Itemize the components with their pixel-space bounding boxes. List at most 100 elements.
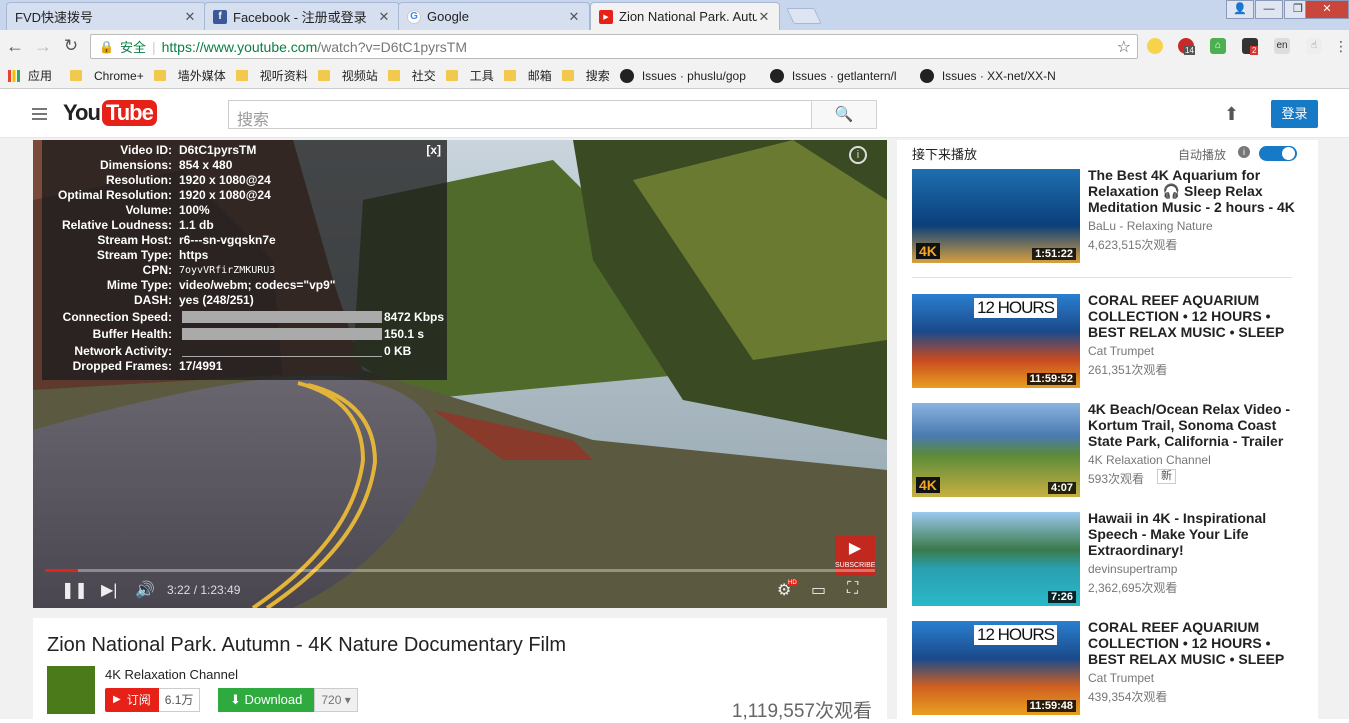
- pause-icon[interactable]: ❚❚: [61, 580, 88, 600]
- quality-select[interactable]: 720 ▾: [314, 688, 358, 712]
- bookmark-folder[interactable]: Chrome+: [70, 69, 144, 83]
- fullscreen-icon[interactable]: ⛶: [847, 580, 858, 598]
- video-title: The Best 4K Aquarium for Relaxation 🎧 Sl…: [1088, 167, 1295, 215]
- video-thumbnail[interactable]: 7:26: [912, 512, 1080, 606]
- bookmark-apps[interactable]: 应用: [28, 67, 52, 84]
- buffer-health-graph: [182, 328, 382, 340]
- tab-title: Google: [427, 9, 469, 24]
- up-next-sidebar: 接下来播放 自动播放 i 4K 1:51:22 The Best 4K Aqua…: [897, 140, 1318, 719]
- suggested-video[interactable]: 12 HOURS 11:59:48 CORAL REEF AQUARIUM CO…: [912, 619, 1302, 716]
- extension-adblock-icon[interactable]: 14: [1178, 38, 1195, 55]
- theater-mode-icon[interactable]: ▭: [811, 580, 826, 600]
- bookmark-github[interactable]: Issues · getlantern/l: [769, 68, 910, 83]
- extension-message-icon[interactable]: 2: [1242, 38, 1259, 55]
- youtube-play-icon: ▶: [848, 540, 862, 557]
- window-close-button[interactable]: ✕: [1305, 0, 1349, 19]
- duration: 4:07: [1047, 482, 1076, 494]
- bookmark-folder[interactable]: 墙外媒体: [153, 67, 226, 84]
- connection-speed-graph: [182, 311, 382, 323]
- suggested-video[interactable]: 12 HOURS 11:59:52 CORAL REEF AQUARIUM CO…: [912, 292, 1302, 389]
- channel-avatar[interactable]: [47, 666, 95, 714]
- channel-name[interactable]: 4K Relaxation Channel: [105, 667, 238, 682]
- video-thumbnail[interactable]: 12 HOURS 11:59:52: [912, 294, 1080, 388]
- bookmark-folder[interactable]: 搜索: [561, 67, 610, 84]
- bookmark-folder[interactable]: 社交: [387, 67, 436, 84]
- stat-label: Buffer Health:: [92, 327, 172, 341]
- minimize-button[interactable]: —: [1255, 0, 1283, 19]
- chevron-down-icon: ▾: [344, 693, 351, 707]
- suggested-video[interactable]: 4K 4:07 4K Beach/Ocean Relax Video - Kor…: [912, 401, 1302, 498]
- bookmark-label: 邮箱: [527, 69, 552, 83]
- extension-translate-icon[interactable]: en: [1274, 38, 1290, 54]
- video-title: Hawaii in 4K - Inspirational Speech - Ma…: [1088, 510, 1267, 558]
- close-icon[interactable]: ✕: [757, 9, 771, 25]
- bookmark-folder[interactable]: 视频站: [317, 67, 378, 84]
- forward-icon[interactable]: →: [32, 36, 54, 57]
- lock-icon: 🔒: [99, 39, 114, 54]
- close-icon[interactable]: ✕: [183, 9, 197, 25]
- folder-icon: [317, 70, 330, 81]
- reload-icon[interactable]: ↻: [60, 36, 82, 56]
- address-bar[interactable]: 🔒 安全 | https://www.youtube.com /watch?v=…: [90, 34, 1138, 59]
- tab-youtube[interactable]: ▶ Zion National Park. Autumn ✕: [590, 2, 780, 30]
- new-tab-button[interactable]: [786, 8, 822, 24]
- stat-label: Connection Speed:: [62, 310, 172, 324]
- progress-bar[interactable]: [45, 569, 875, 572]
- video-player[interactable]: [x] Video ID: D6tC1pyrsTM Dimensions: 854 …: [33, 140, 887, 608]
- extension-sun-icon[interactable]: [1147, 38, 1163, 54]
- bookmark-github[interactable]: Issues · XX-net/XX-N: [919, 68, 1060, 83]
- stat-label: CPN:: [142, 263, 172, 277]
- suggested-video[interactable]: 7:26 Hawaii in 4K - Inspirational Speech…: [912, 510, 1302, 607]
- bookmark-folder[interactable]: 工具: [445, 67, 494, 84]
- tab-facebook[interactable]: f Facebook - 注册或登录 ✕: [204, 2, 400, 30]
- bookmark-label: 视频站: [341, 69, 378, 83]
- info-icon[interactable]: i: [1238, 146, 1250, 158]
- download-button[interactable]: ⬇ Download 720 ▾: [218, 688, 358, 712]
- stat-label: Stream Type:: [96, 248, 172, 262]
- video-thumbnail[interactable]: 4K 4:07: [912, 403, 1080, 497]
- search-button[interactable]: 🔍: [811, 100, 877, 129]
- video-thumbnail[interactable]: 4K 1:51:22: [912, 169, 1080, 263]
- apps-icon[interactable]: [8, 69, 20, 82]
- close-icon[interactable]: ✕: [377, 9, 391, 25]
- new-badge: 新: [1157, 469, 1176, 484]
- tab-bar: FVD快速拨号 ✕ f Facebook - 注册或登录 ✕ G Google …: [0, 0, 1349, 30]
- chrome-menu-icon[interactable]: ⋮: [1333, 38, 1349, 54]
- autoplay-toggle[interactable]: [1259, 146, 1297, 161]
- bookmark-github[interactable]: Issues · phuslu/gop: [619, 68, 760, 83]
- channel-name: 4K Relaxation Channel: [1088, 453, 1211, 467]
- search-input[interactable]: 搜索: [228, 100, 812, 129]
- back-icon[interactable]: ←: [4, 36, 26, 57]
- stat-label: Network Activity:: [74, 344, 172, 358]
- info-icon[interactable]: i: [849, 146, 867, 164]
- youtube-logo[interactable]: You Tube: [63, 100, 157, 126]
- download-text: Download: [244, 692, 303, 707]
- tab-google[interactable]: G Google ✕: [398, 2, 590, 30]
- video-thumbnail[interactable]: 12 HOURS 11:59:48: [912, 621, 1080, 715]
- subscribe-button[interactable]: ▶ 订阅 6.1万: [105, 688, 201, 712]
- thumb-badge: 4K: [916, 243, 940, 259]
- stat-value: r6---sn-vgqskn7e: [179, 233, 276, 247]
- bookmark-folder[interactable]: 视听资料: [235, 67, 308, 84]
- volume-icon[interactable]: 🔊: [135, 580, 155, 600]
- tab-fvd[interactable]: FVD快速拨号 ✕: [6, 2, 206, 30]
- stat-value: 7oyvVRfirZMKURU3: [179, 265, 276, 276]
- signin-button[interactable]: 登录: [1271, 100, 1318, 128]
- bookmark-folder[interactable]: 邮箱: [503, 67, 552, 84]
- upload-icon[interactable]: ⬆: [1224, 104, 1239, 125]
- quality-value: 720: [321, 693, 342, 707]
- next-icon[interactable]: ▶|: [101, 580, 117, 600]
- profile-button[interactable]: 👤: [1226, 0, 1254, 19]
- bookmark-star-icon[interactable]: ☆: [1117, 37, 1131, 57]
- hamburger-menu-icon[interactable]: [32, 108, 47, 120]
- stats-close-button[interactable]: [x]: [426, 143, 441, 157]
- extension-home-icon[interactable]: ⌂: [1210, 38, 1226, 54]
- video-title: 4K Beach/Ocean Relax Video - Kortum Trai…: [1088, 401, 1291, 449]
- close-icon[interactable]: ✕: [567, 9, 581, 25]
- ext-badge: 2: [1250, 46, 1259, 55]
- bookmark-label: 搜索: [585, 69, 610, 83]
- thumb-badge: 12 HOURS: [974, 298, 1058, 318]
- stat-label: Video ID:: [120, 143, 172, 157]
- suggested-video[interactable]: 4K 1:51:22 The Best 4K Aquarium for Rela…: [912, 167, 1302, 264]
- extension-misc-icon[interactable]: ☝: [1306, 38, 1322, 54]
